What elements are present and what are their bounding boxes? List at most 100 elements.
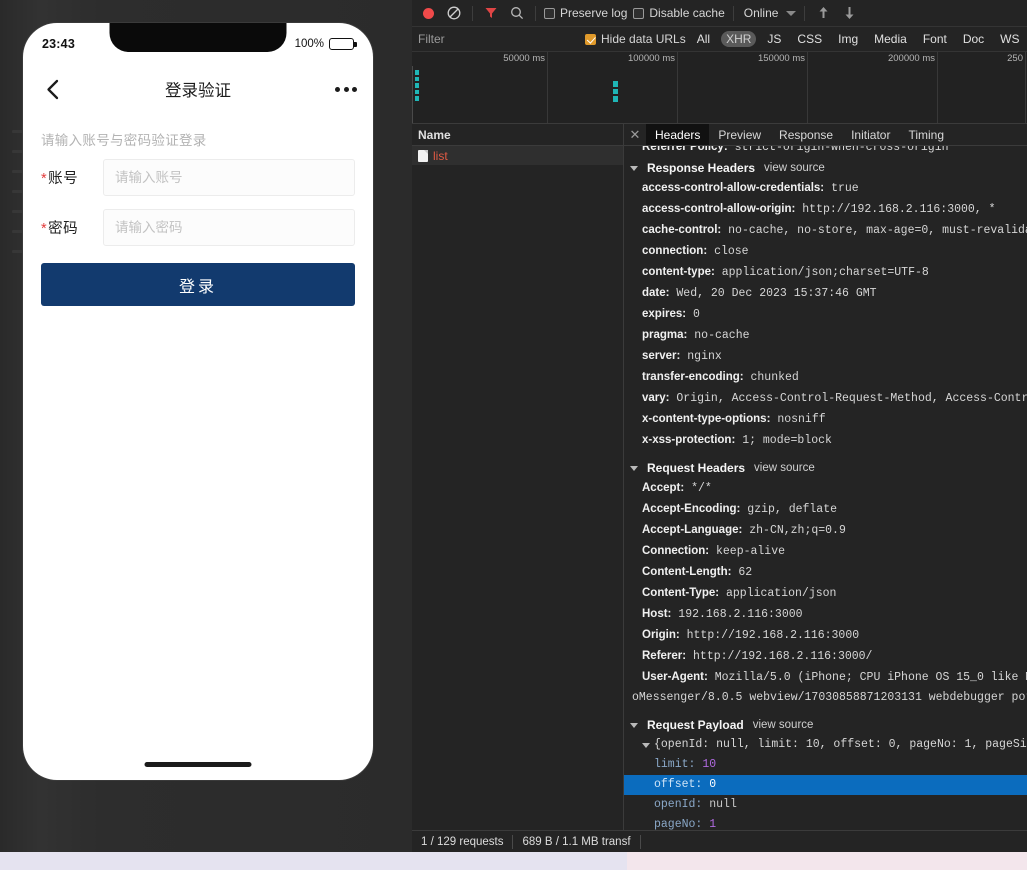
table-row[interactable]: list xyxy=(412,146,623,165)
tab-timing[interactable]: Timing xyxy=(899,124,953,145)
header-key: pragma: xyxy=(642,329,688,341)
network-status-bar: 1 / 129 requests 689 B / 1.1 MB transf xyxy=(412,830,1027,852)
request-list-panel: Name list xyxy=(412,124,624,830)
network-filter-bar: Hide data URLs All XHR JS CSS Img Media … xyxy=(412,27,1027,52)
view-source-link[interactable]: view source xyxy=(753,715,814,735)
tab-headers[interactable]: Headers xyxy=(646,124,710,145)
response-headers-section-toggle[interactable]: Response Headers view source xyxy=(624,158,1027,178)
timeline-bar xyxy=(415,70,419,75)
detail-tab-bar: ✕ Headers Preview Response Initiator Tim… xyxy=(624,124,1027,146)
disable-cache-checkbox[interactable]: Disable cache xyxy=(633,6,725,20)
clear-circle-slash-icon[interactable] xyxy=(444,3,464,23)
header-row: Accept-Encoding: gzip, deflate xyxy=(624,499,1027,520)
form-hint: 请输入账号与密码验证登录 xyxy=(41,133,207,148)
password-field-row: *密码 xyxy=(23,209,373,246)
timeline-bar xyxy=(613,89,618,94)
tab-initiator[interactable]: Initiator xyxy=(842,124,899,145)
network-body: Name list ✕ Headers Preview Response Ini… xyxy=(412,124,1027,830)
type-filter-js[interactable]: JS xyxy=(762,31,786,47)
header-value: Mozilla/5.0 (iPhone; CPU iPhone OS 15_0 … xyxy=(714,671,1027,684)
header-row: Accept-Language: zh-CN,zh;q=0.9 xyxy=(624,520,1027,541)
header-value: gzip, deflate xyxy=(747,503,838,516)
type-filter-doc[interactable]: Doc xyxy=(958,31,989,47)
header-value: no-cache xyxy=(694,329,750,342)
header-key: Content-Length: xyxy=(642,566,732,578)
tab-response[interactable]: Response xyxy=(770,124,842,145)
timeline-tick-label: 150000 ms xyxy=(757,53,805,64)
request-headers-section-toggle[interactable]: Request Headers view source xyxy=(624,458,1027,478)
header-value: application/json;charset=UTF-8 xyxy=(721,266,929,279)
network-timeline-overview[interactable]: 50000 ms 100000 ms 150000 ms 200000 ms 2… xyxy=(412,52,1027,124)
status-right-cluster: 100% xyxy=(295,38,357,50)
close-icon[interactable]: ✕ xyxy=(624,124,646,145)
throttle-select[interactable]: Online xyxy=(742,6,781,20)
triangle-down-icon xyxy=(630,465,638,471)
header-key: User-Agent: xyxy=(642,671,708,683)
phone-mockup: 23:43 100% 登录验证 请输入账号与密码验证登录 *账号 请输入账号 *… xyxy=(23,23,373,780)
filter-input[interactable] xyxy=(418,32,573,46)
header-key: x-content-type-options: xyxy=(642,413,771,425)
header-value: */* xyxy=(691,482,712,495)
account-field-row: *账号 xyxy=(23,159,373,196)
disable-cache-label: Disable cache xyxy=(649,6,725,20)
payload-key: pageNo xyxy=(654,818,696,830)
download-arrow-icon[interactable] xyxy=(839,3,859,23)
triangle-down-icon xyxy=(642,742,650,748)
login-button[interactable]: 登录 xyxy=(41,263,355,306)
account-label-text: 账号 xyxy=(48,171,79,187)
header-row: Connection: keep-alive xyxy=(624,541,1027,562)
chevron-down-icon[interactable] xyxy=(786,10,797,16)
payload-entry[interactable]: offset: 0 xyxy=(624,775,1027,795)
type-filter-ws[interactable]: WS xyxy=(995,31,1024,47)
view-source-link[interactable]: view source xyxy=(754,458,815,478)
type-filter-media[interactable]: Media xyxy=(869,31,912,47)
type-filter-all[interactable]: All xyxy=(692,31,715,47)
search-icon[interactable] xyxy=(507,3,527,23)
password-label-text: 密码 xyxy=(48,221,79,237)
type-filter-css[interactable]: CSS xyxy=(792,31,827,47)
filter-funnel-icon[interactable] xyxy=(481,3,501,23)
devtools-network-panel: Preserve log Disable cache Online H xyxy=(412,0,1027,852)
header-row: Content-Type: application/json xyxy=(624,583,1027,604)
column-header-name[interactable]: Name xyxy=(412,124,623,146)
header-key: expires: xyxy=(642,308,687,320)
section-title: Request Payload xyxy=(647,718,744,732)
header-value: nosniff xyxy=(777,413,826,426)
timeline-bar xyxy=(415,96,419,101)
type-filter-img[interactable]: Img xyxy=(833,31,863,47)
upload-arrow-icon[interactable] xyxy=(813,3,833,23)
account-input[interactable] xyxy=(103,159,355,196)
chevron-left-icon[interactable] xyxy=(39,76,65,102)
record-circle-icon[interactable] xyxy=(418,3,438,23)
header-key: Content-Type: xyxy=(642,587,720,599)
timeline-tick-label: 100000 ms xyxy=(627,53,675,64)
type-filter-xhr[interactable]: XHR xyxy=(721,31,757,47)
type-filter-font[interactable]: Font xyxy=(918,31,952,47)
headers-scroll-area[interactable]: Referrer Policy: strict-origin-when-cros… xyxy=(624,146,1027,830)
ellipsis-icon[interactable] xyxy=(335,86,357,92)
header-key: connection: xyxy=(642,245,708,257)
request-payload-section-toggle[interactable]: Request Payload view source xyxy=(624,715,1027,735)
header-value: 192.168.2.116:3000 xyxy=(678,608,803,621)
preserve-log-label: Preserve log xyxy=(560,6,628,20)
status-divider xyxy=(639,834,641,849)
header-value: http://192.168.2.116:3000 xyxy=(686,629,860,642)
preserve-log-checkbox[interactable]: Preserve log xyxy=(544,6,627,20)
payload-root-row[interactable]: {openId: null, limit: 10, offset: 0, pag… xyxy=(624,735,1027,755)
header-row: User-Agent: Mozilla/5.0 (iPhone; CPU iPh… xyxy=(624,667,1027,688)
header-value: 1; mode=block xyxy=(742,434,832,447)
battery-icon xyxy=(329,38,357,50)
header-row: connection: close xyxy=(624,241,1027,262)
header-key: server: xyxy=(642,350,681,362)
payload-entry[interactable]: pageNo: 1 xyxy=(624,815,1027,830)
tab-preview[interactable]: Preview xyxy=(709,124,770,145)
view-source-link[interactable]: view source xyxy=(764,158,825,178)
page-title: 登录验证 xyxy=(165,82,231,100)
toolbar-divider xyxy=(535,5,536,21)
hide-data-urls-checkbox[interactable]: Hide data URLs xyxy=(585,32,686,46)
payload-entry[interactable]: openId: null xyxy=(624,795,1027,815)
header-key: access-control-allow-origin: xyxy=(642,203,796,215)
payload-entry[interactable]: limit: 10 xyxy=(624,755,1027,775)
password-input[interactable] xyxy=(103,209,355,246)
payload-key: openId xyxy=(654,798,696,811)
